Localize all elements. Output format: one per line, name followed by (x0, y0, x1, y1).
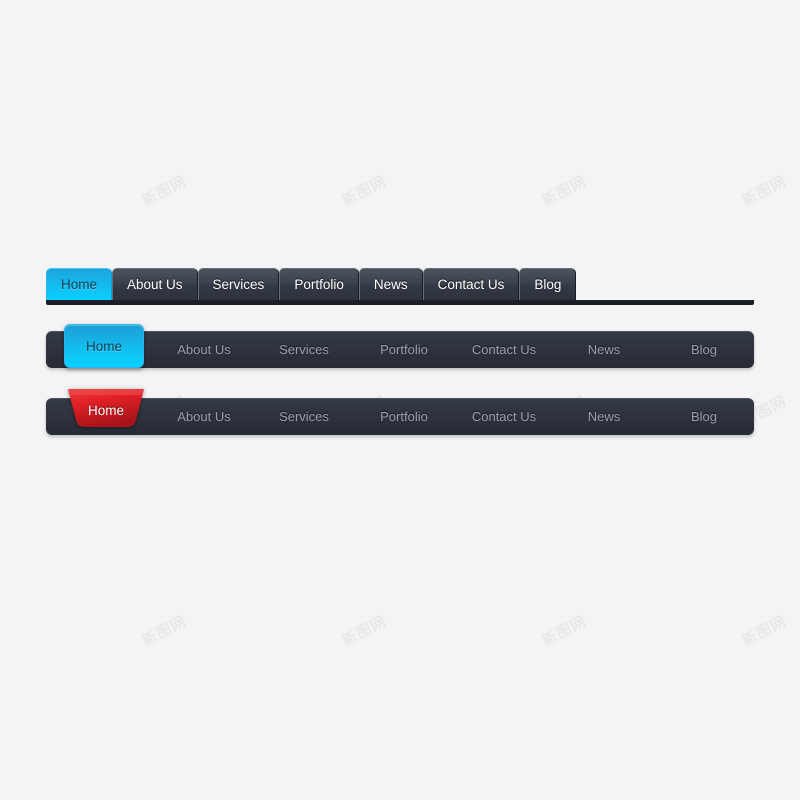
nav-item-blog[interactable]: Blog (654, 409, 754, 424)
tab-label: Portfolio (294, 277, 344, 292)
tab-blog[interactable]: Blog (519, 268, 577, 300)
tab-label: Contact Us (437, 277, 505, 292)
nav-item-portfolio[interactable]: Portfolio (354, 409, 454, 424)
navbar-separated-tabs: Home About Us Services Portfolio News Co… (46, 268, 754, 305)
tab-news[interactable]: News (358, 268, 423, 300)
tab-about-us[interactable]: About Us (112, 268, 198, 300)
tab-label: News (373, 277, 408, 292)
tab-label: Blog (534, 277, 562, 292)
nav-item-about-us[interactable]: About Us (154, 342, 254, 357)
design-canvas: Home About Us Services Portfolio News Co… (0, 0, 800, 800)
nav-item-home-active[interactable]: Home (64, 324, 144, 368)
nav-item-contact-us[interactable]: Contact Us (454, 409, 554, 424)
navbar-raised-button: About Us Services Portfolio Contact Us N… (46, 324, 754, 368)
nav-item-list: About Us Services Portfolio Contact Us N… (154, 331, 754, 368)
nav-item-news[interactable]: News (554, 409, 654, 424)
nav-item-list: About Us Services Portfolio Contact Us N… (154, 398, 754, 435)
tab-home[interactable]: Home (46, 268, 113, 300)
nav-item-news[interactable]: News (554, 342, 654, 357)
nav-item-label: Home (85, 338, 122, 354)
nav-item-blog[interactable]: Blog (654, 342, 754, 357)
navbar-ribbon-tab: About Us Services Portfolio Contact Us N… (46, 389, 754, 435)
nav-item-portfolio[interactable]: Portfolio (354, 342, 454, 357)
tab-label: About Us (127, 277, 183, 292)
tab-services[interactable]: Services (197, 268, 280, 300)
tab-baseline (46, 300, 754, 305)
tab-portfolio[interactable]: Portfolio (279, 268, 359, 300)
tab-label: Home (61, 277, 98, 292)
tab-contact-us[interactable]: Contact Us (422, 268, 520, 300)
ribbon-shape-icon (68, 389, 144, 427)
nav-item-contact-us[interactable]: Contact Us (454, 342, 554, 357)
tab-list: Home About Us Services Portfolio News Co… (46, 268, 754, 300)
nav-item-about-us[interactable]: About Us (154, 409, 254, 424)
nav-item-services[interactable]: Services (254, 342, 354, 357)
nav-item-services[interactable]: Services (254, 409, 354, 424)
nav-item-home-active[interactable]: Home (68, 389, 144, 428)
tab-label: Services (212, 277, 265, 292)
